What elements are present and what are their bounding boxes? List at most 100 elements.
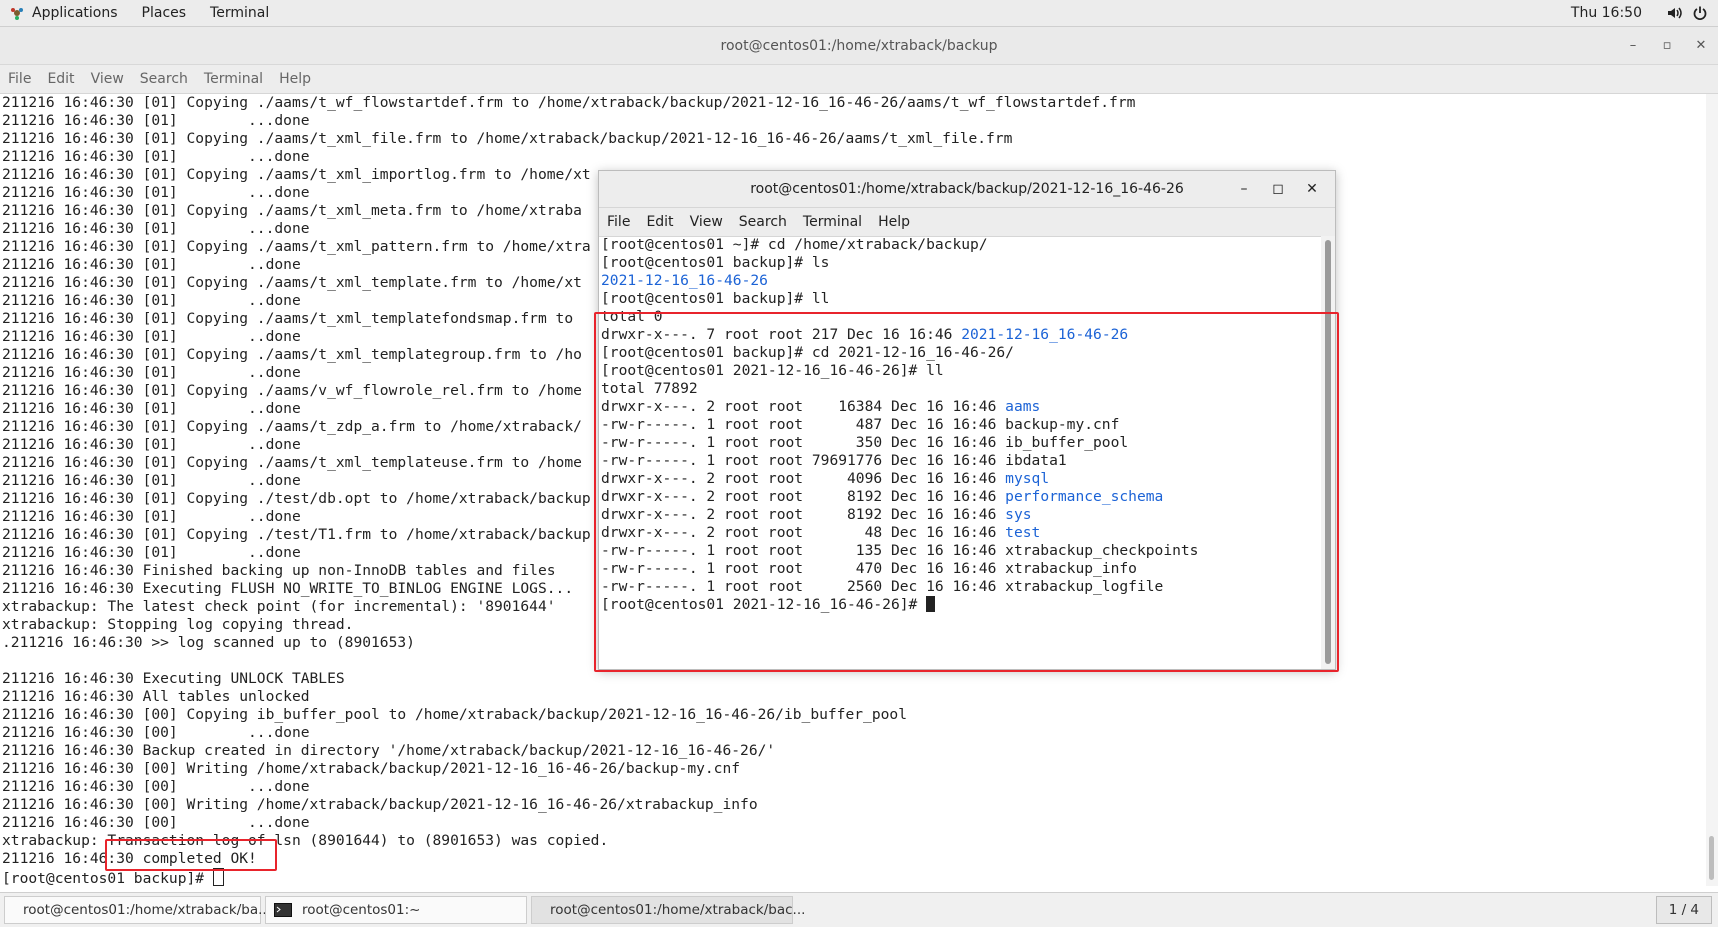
terminal-line: 211216 16:46:30 [01] Copying ./aams/t_wf…: [2, 94, 1136, 111]
maximize-icon[interactable]: ▫: [1650, 38, 1684, 53]
inner-terminal-line: drwxr-x---. 2 root root 48 Dec 16 16:46 …: [599, 524, 1321, 542]
main-window-title: root@centos01:/home/xtraback/backup: [720, 37, 998, 54]
line-text: drwxr-x---. 2 root root 8192 Dec 16 16:4…: [601, 488, 1006, 505]
taskbar-item-backup[interactable]: root@centos01:/home/xtraback/ba...: [4, 896, 271, 924]
inner-terminal-prompt: [root@centos01 2021-12-16_16-46-26]#: [599, 596, 1321, 614]
power-icon[interactable]: [1692, 5, 1708, 21]
inner-terminal-line: [root@centos01 2021-12-16_16-46-26]# ll: [599, 362, 1321, 380]
terminal-prompt-text: [root@centos01 backup]#: [2, 870, 213, 886]
menu-help[interactable]: Help: [271, 71, 319, 87]
applications-menu[interactable]: Applications: [24, 0, 130, 26]
terminal-line: 211216 16:46:30 [00] Copying ib_buffer_p…: [2, 706, 907, 723]
inner-terminal-line: -rw-r-----. 1 root root 470 Dec 16 16:46…: [599, 560, 1321, 578]
inner-maximize-icon[interactable]: ◻: [1261, 181, 1295, 197]
line-text: [root@centos01 ~]# cd /home/xtraback/bac…: [601, 236, 988, 253]
volume-icon[interactable]: [1666, 5, 1682, 21]
inner-terminal-line: -rw-r-----. 1 root root 135 Dec 16 16:46…: [599, 542, 1321, 560]
directory-name: sys: [1005, 506, 1032, 523]
inner-terminal-output[interactable]: [root@centos01 ~]# cd /home/xtraback/bac…: [599, 236, 1321, 669]
inner-window-title: root@centos01:/home/xtraback/backup/2021…: [750, 181, 1184, 197]
line-text: total 77892: [601, 380, 698, 397]
status-area: Thu 16:50: [1571, 0, 1718, 26]
line-text: drwxr-x---. 2 root root 4096 Dec 16 16:4…: [601, 470, 1006, 487]
terminal-line: 211216 16:46:30 Backup created in direct…: [2, 742, 776, 759]
directory-name: 2021-12-16_16-46-26: [961, 326, 1129, 343]
top-panel: Applications Places Terminal Thu 16:50: [0, 0, 1718, 27]
terminal-line: 211216 16:46:30 Executing UNLOCK TABLES: [2, 670, 345, 687]
line-text: -rw-r-----. 1 root root 135 Dec 16 16:46…: [601, 542, 1199, 559]
applications-icon: [11, 8, 23, 20]
inner-terminal-line: [root@centos01 backup]# ls: [599, 254, 1321, 272]
terminal-prompt: [root@centos01 backup]#: [0, 868, 1706, 886]
inner-terminal-line: [root@centos01 backup]# ll: [599, 290, 1321, 308]
terminal-line: 211216 16:46:30 [00] Writing /home/xtrab…: [2, 760, 741, 777]
terminal-line: 211216 16:46:30 [00] ...done: [2, 778, 310, 795]
line-text: -rw-r-----. 1 root root 2560 Dec 16 16:4…: [601, 578, 1164, 595]
inner-terminal-line: -rw-r-----. 1 root root 2560 Dec 16 16:4…: [599, 578, 1321, 596]
inner-minimize-icon[interactable]: –: [1227, 181, 1261, 197]
inner-close-icon[interactable]: ✕: [1295, 181, 1329, 197]
close-icon[interactable]: ✕: [1684, 38, 1718, 53]
inner-prompt-text: [root@centos01 2021-12-16_16-46-26]#: [601, 596, 927, 613]
inner-terminal-window[interactable]: root@centos01:/home/xtraback/backup/2021…: [598, 170, 1336, 670]
line-text: drwxr-x---. 2 root root 48 Dec 16 16:46: [601, 524, 1006, 541]
taskbar-item-label: root@centos01:~: [302, 902, 421, 918]
terminal-line: 211216 16:46:30 [00] ...done: [2, 724, 310, 741]
line-text: [root@centos01 backup]# cd 2021-12-16_16…: [601, 344, 1014, 361]
main-scrollbar[interactable]: [1706, 94, 1718, 886]
inner-menu-view[interactable]: View: [682, 214, 731, 230]
directory-name: 2021-12-16_16-46-26: [601, 272, 768, 289]
line-text: -rw-r-----. 1 root root 350 Dec 16 16:46…: [601, 434, 1129, 451]
menu-file[interactable]: File: [0, 71, 39, 87]
line-text: [root@centos01 backup]# ll: [601, 290, 830, 307]
main-menubar: File Edit View Search Terminal Help: [0, 65, 1718, 94]
inner-menu-terminal[interactable]: Terminal: [795, 214, 870, 230]
inner-terminal-line: drwxr-x---. 7 root root 217 Dec 16 16:46…: [599, 326, 1321, 344]
minimize-icon[interactable]: –: [1616, 38, 1650, 53]
inner-scrollbar[interactable]: [1321, 236, 1335, 669]
inner-terminal-line: [root@centos01 ~]# cd /home/xtraback/bac…: [599, 236, 1321, 254]
clock[interactable]: Thu 16:50: [1571, 5, 1642, 21]
line-text: drwxr-x---. 2 root root 8192 Dec 16 16:4…: [601, 506, 1006, 523]
inner-menubar: File Edit View Search Terminal Help: [599, 208, 1335, 237]
inner-terminal-cursor: [926, 596, 936, 612]
directory-name: test: [1005, 524, 1041, 541]
terminal-line: xtrabackup: Transaction log of lsn (8901…: [2, 832, 609, 849]
line-text: -rw-r-----. 1 root root 79691776 Dec 16 …: [601, 452, 1067, 469]
line-text: [root@centos01 2021-12-16_16-46-26]# ll: [601, 362, 944, 379]
main-scrollbar-thumb[interactable]: [1709, 836, 1714, 880]
terminal-line: 211216 16:46:30 All tables unlocked: [2, 688, 310, 705]
inner-terminal-line: drwxr-x---. 2 root root 8192 Dec 16 16:4…: [599, 506, 1321, 524]
taskbar: root@centos01:/home/xtraback/ba... root@…: [0, 892, 1718, 927]
inner-terminal-line: -rw-r-----. 1 root root 79691776 Dec 16 …: [599, 452, 1321, 470]
inner-window-titlebar[interactable]: root@centos01:/home/xtraback/backup/2021…: [599, 171, 1335, 208]
menu-edit[interactable]: Edit: [39, 71, 82, 87]
terminal-line: 211216 16:46:30 [01] ...done: [2, 112, 310, 129]
line-text: [root@centos01 backup]# ls: [601, 254, 830, 271]
top-menu: Applications Places Terminal: [0, 0, 281, 26]
inner-terminal-line: drwxr-x---. 2 root root 8192 Dec 16 16:4…: [599, 488, 1321, 506]
inner-menu-help[interactable]: Help: [870, 214, 918, 230]
menu-search[interactable]: Search: [132, 71, 196, 87]
inner-terminal-line: -rw-r-----. 1 root root 350 Dec 16 16:46…: [599, 434, 1321, 452]
inner-terminal-line: -rw-r-----. 1 root root 487 Dec 16 16:46…: [599, 416, 1321, 434]
menu-view[interactable]: View: [83, 71, 132, 87]
places-menu[interactable]: Places: [130, 0, 199, 26]
terminal-app-menu[interactable]: Terminal: [198, 0, 281, 26]
taskbar-item-home[interactable]: root@centos01:~: [265, 896, 527, 924]
terminal-line: 211216 16:46:30 completed OK!: [2, 850, 257, 867]
taskbar-item-backup-dir[interactable]: root@centos01:/home/xtraback/bac...: [531, 896, 805, 924]
line-text: total 0: [601, 308, 663, 325]
menu-terminal[interactable]: Terminal: [196, 71, 271, 87]
directory-name: aams: [1005, 398, 1041, 415]
main-window-titlebar[interactable]: root@centos01:/home/xtraback/backup – ▫ …: [0, 27, 1718, 65]
inner-menu-edit[interactable]: Edit: [638, 214, 681, 230]
inner-terminal-line: total 77892: [599, 380, 1321, 398]
inner-menu-file[interactable]: File: [599, 214, 638, 230]
inner-menu-search[interactable]: Search: [731, 214, 795, 230]
inner-window-controls: – ◻ ✕: [1227, 171, 1329, 207]
workspace-indicator: 1 / 4: [1668, 902, 1699, 918]
line-text: -rw-r-----. 1 root root 487 Dec 16 16:46…: [601, 416, 1120, 433]
inner-scrollbar-thumb[interactable]: [1325, 240, 1331, 664]
workspace-pager[interactable]: 1 / 4: [1655, 896, 1712, 924]
